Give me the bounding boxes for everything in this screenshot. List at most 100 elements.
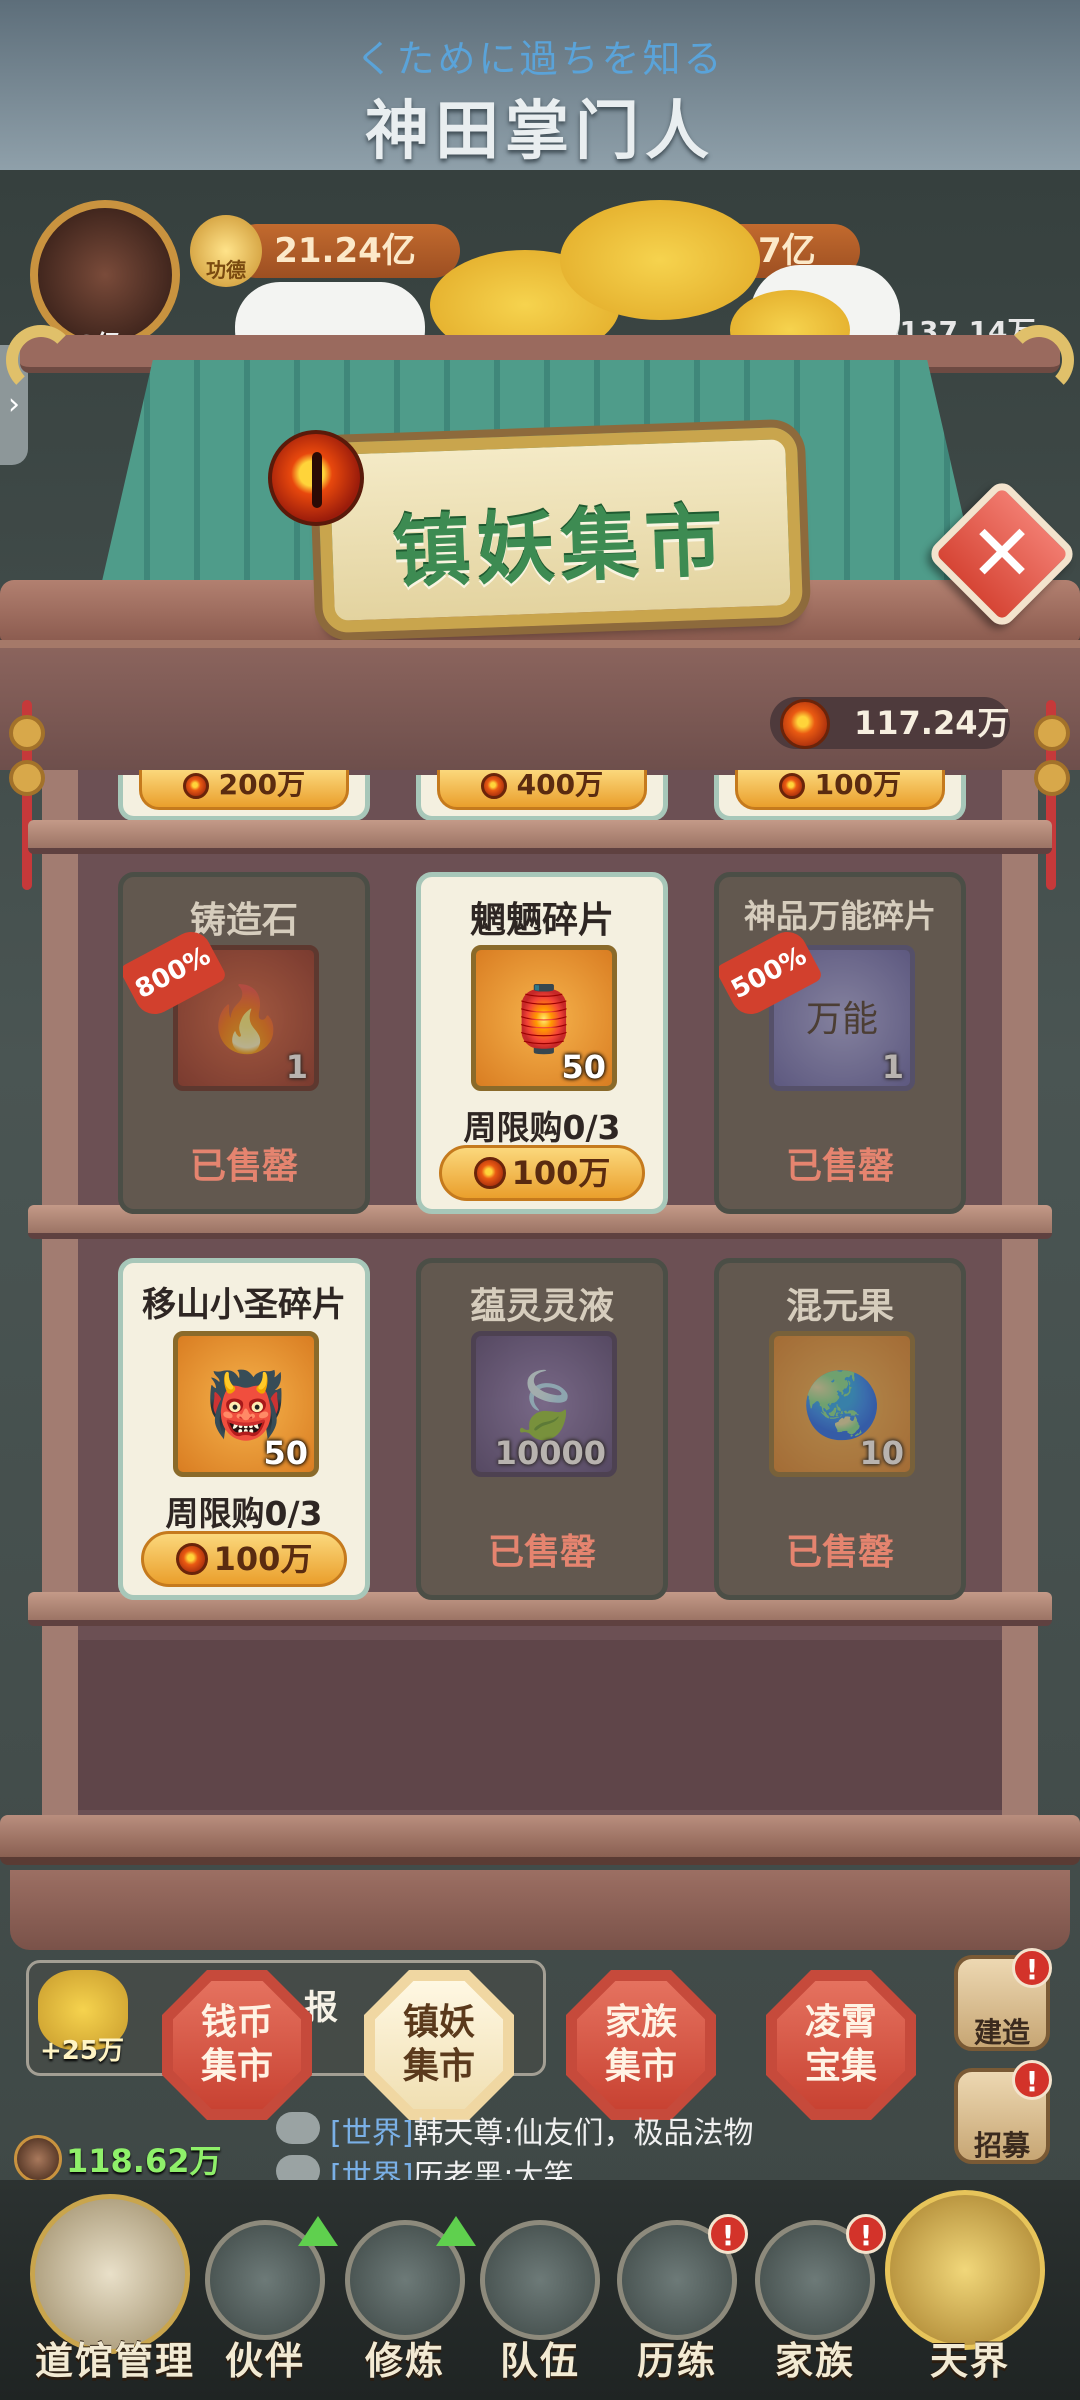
game-logo: 神田掌门人	[365, 94, 715, 169]
merit-value: 21.24亿	[274, 231, 416, 271]
merit-label: 功德	[206, 258, 246, 282]
demon-coin-icon	[778, 773, 805, 799]
merit-pill: 21.24亿	[230, 224, 460, 278]
tab-clan-market[interactable]: 家族 集市	[566, 1970, 716, 2120]
sold-out-label: 已售罄	[487, 1532, 596, 1573]
heaven-icon	[885, 2190, 1045, 2350]
banner-subtitle: くために過ちを知る	[355, 37, 725, 81]
nav-cultivation[interactable]: 修炼	[340, 2200, 476, 2390]
shop-sign: 镇妖集市	[316, 426, 804, 634]
spirit-liquid-icon: 🍃 10000	[471, 1331, 617, 1477]
sold-out-label: 已售罄	[785, 1146, 894, 1187]
shelf-board	[28, 820, 1052, 854]
tab-label: 钱币 集市	[173, 1981, 301, 2109]
item-quantity: 50	[561, 1048, 606, 1086]
notice-bonus: +25万	[40, 2036, 124, 2066]
team-icon	[480, 2220, 600, 2340]
hanging-coin-icon	[9, 760, 45, 796]
item-card[interactable]: 魍魉碎片 🏮 50 周限购0/3 100万	[416, 872, 668, 1214]
chat-channel: [世界]	[330, 2116, 414, 2151]
price-button-partial[interactable]: 100万	[735, 770, 945, 810]
player-avatar-small[interactable]	[14, 2135, 62, 2183]
chat-message[interactable]: [世界]韩天尊:仙友们，极品法物	[330, 2108, 754, 2152]
item-name: 混元果	[785, 1286, 894, 1327]
tab-coin-market[interactable]: 钱币 集市	[162, 1970, 312, 2120]
hanging-coin-icon	[1034, 715, 1070, 751]
tab-demon-market[interactable]: 镇妖 集市	[364, 1970, 514, 2120]
sold-out-label: 已售罄	[189, 1146, 298, 1187]
price-button-partial[interactable]: 200万	[139, 770, 349, 810]
tree-foliage	[560, 200, 760, 320]
price-label: 200万	[218, 770, 306, 801]
item-quantity: 1	[285, 1048, 308, 1086]
weekly-limit: 周限购0/3	[463, 1108, 621, 1147]
item-name: 魍魉碎片	[469, 900, 614, 941]
nav-heaven[interactable]: 天界	[885, 2190, 1045, 2390]
demon-coin-icon	[480, 773, 507, 799]
tab-label: 家族 集市	[577, 1981, 705, 2109]
item-name: 神品万能碎片	[743, 897, 936, 935]
alert-badge: !	[1012, 1948, 1052, 1988]
item-card[interactable]: 神品万能碎片 万能 1 500% 已售罄	[714, 872, 966, 1214]
tab-label: 镇妖 集市	[375, 1981, 503, 2109]
demon-coin-icon	[780, 699, 830, 749]
shop-title: 镇妖集市	[391, 496, 731, 599]
nav-clan[interactable]: ! 家族	[750, 2200, 886, 2390]
buy-button[interactable]: 100万	[141, 1531, 347, 1587]
item-quantity: 10000	[494, 1434, 606, 1472]
build-label: 建造	[973, 2016, 1030, 2049]
nav-dojo-management[interactable]: 道馆管理	[30, 2194, 193, 2390]
price-label: 100万	[511, 1154, 611, 1192]
item-card[interactable]: 蕴灵灵液 🍃 10000 已售罄	[416, 1258, 668, 1600]
nav-team[interactable]: 队伍	[475, 2200, 605, 2390]
demon-eye-icon	[268, 430, 364, 526]
nav-training[interactable]: ! 历练	[612, 2200, 748, 2390]
empty-shelf	[78, 1640, 1002, 1810]
demon-coin-icon	[182, 773, 209, 799]
wangliang-fragment-icon: 🏮 50	[471, 945, 617, 1091]
hanging-coin-icon	[1034, 760, 1070, 796]
hanging-coin-icon	[9, 715, 45, 751]
item-card[interactable]: 移山小圣碎片 👹 50 周限购0/3 100万	[118, 1258, 370, 1600]
demon-coin-icon	[175, 1543, 208, 1575]
cabinet-base-lower	[10, 1870, 1070, 1950]
recruit-label: 招募	[973, 2129, 1030, 2162]
item-name: 蕴灵灵液	[469, 1286, 614, 1327]
item-card[interactable]: 铸造石 🔥 1 800% 已售罄	[118, 872, 370, 1214]
price-label: 100万	[814, 770, 902, 801]
item-name: 移山小圣碎片	[142, 1285, 346, 1325]
nav-label: 家族	[774, 2338, 855, 2383]
chevron-right-icon: ›	[8, 387, 20, 422]
cabinet-base	[0, 1815, 1080, 1865]
price-label: 400万	[516, 770, 604, 801]
nav-label: 天界	[929, 2338, 1010, 2383]
demon-coin-icon	[473, 1157, 506, 1189]
close-icon: ✕	[969, 509, 1035, 599]
alert-badge: !	[708, 2214, 748, 2254]
chat-bubble-icon	[276, 2112, 320, 2144]
eave-curl-right	[1004, 325, 1074, 395]
buy-button[interactable]: 100万	[439, 1145, 645, 1201]
sold-out-label: 已售罄	[785, 1532, 894, 1573]
price-button-partial[interactable]: 400万	[437, 770, 647, 810]
item-card[interactable]: 混元果 🌏 10 已售罄	[714, 1258, 966, 1600]
item-name: 铸造石	[189, 900, 298, 941]
nav-partners[interactable]: 伙伴	[200, 2200, 338, 2390]
merit-icon: 功德	[190, 215, 262, 287]
item-quantity: 10	[859, 1434, 904, 1472]
upgrade-arrow-icon	[436, 2216, 476, 2246]
price-label: 100万	[213, 1540, 313, 1578]
weekly-limit: 周限购0/3	[165, 1494, 323, 1533]
chat-text: 韩天尊:仙友们，极品法物	[413, 2116, 754, 2151]
tab-lingxiao-market[interactable]: 凌霄 宝集	[766, 1970, 916, 2120]
eave-curl-left	[6, 325, 76, 395]
yishan-fragment-icon: 👹 50	[173, 1331, 319, 1477]
item-quantity: 50	[263, 1434, 308, 1472]
tab-label: 凌霄 宝集	[777, 1981, 905, 2109]
item-quantity: 1	[881, 1048, 904, 1086]
hunyuan-fruit-icon: 🌏 10	[769, 1331, 915, 1477]
alert-badge: !	[1012, 2060, 1052, 2100]
balance-value: 117.24万	[854, 704, 1010, 742]
upgrade-arrow-icon	[298, 2216, 338, 2246]
player-power: 118.62万	[66, 2142, 222, 2180]
